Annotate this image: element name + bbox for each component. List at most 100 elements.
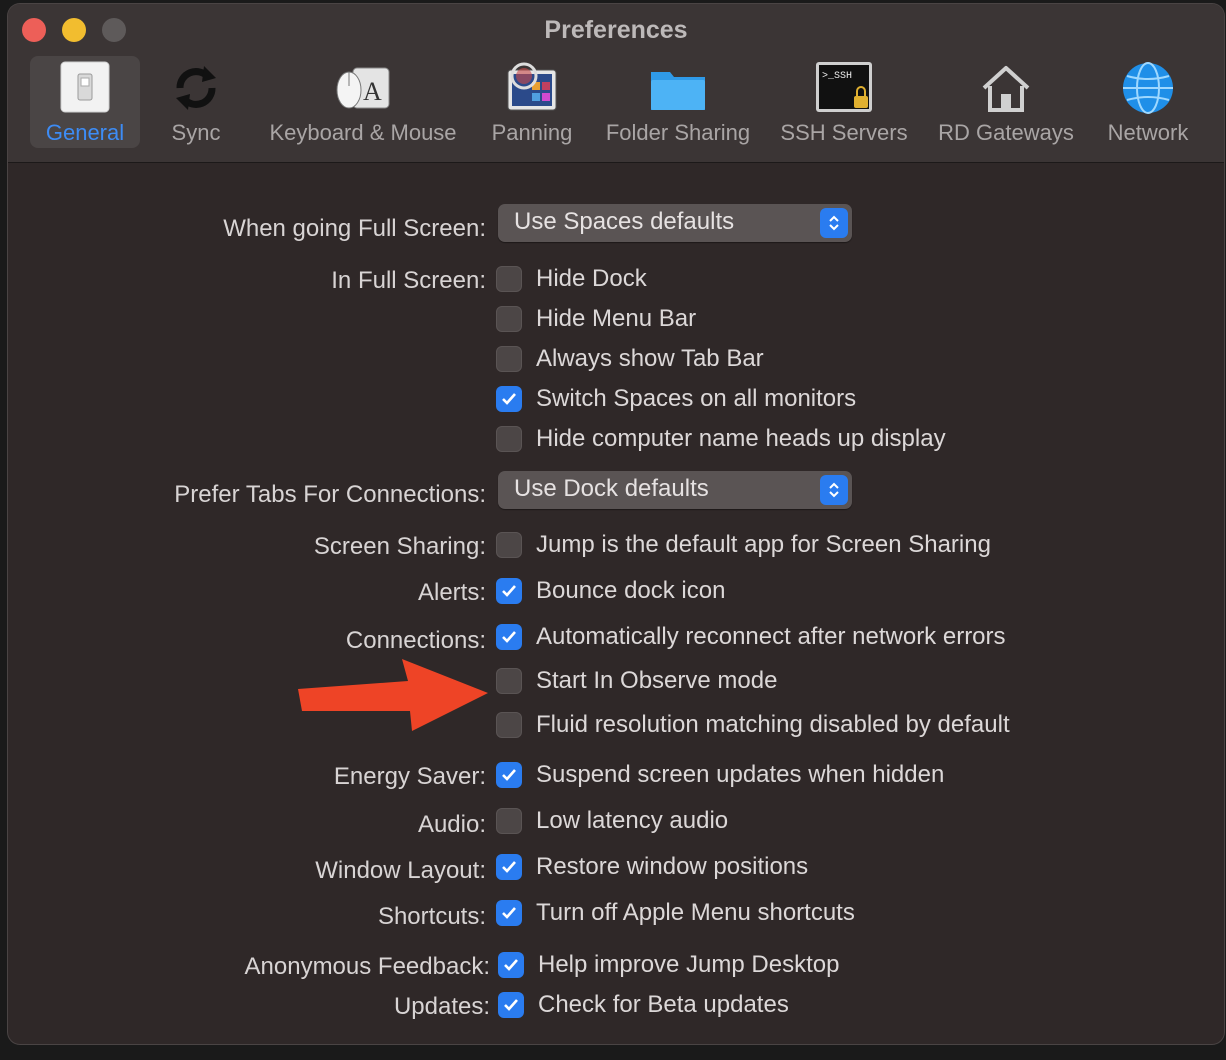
prefer-tabs-label: Prefer Tabs For Connections: <box>174 481 486 508</box>
hide-computer-name-label: Hide computer name heads up display <box>536 425 946 452</box>
svg-text:A: A <box>363 77 382 106</box>
titlebar: Preferences General Sync A Keyboard & Mo… <box>8 4 1224 163</box>
observe-mode-checkbox[interactable] <box>496 668 522 694</box>
checkmark-icon <box>502 585 516 597</box>
fluid-resolution-checkbox[interactable] <box>496 712 522 738</box>
sync-icon <box>176 66 216 110</box>
window-layout-label: Window Layout: <box>315 857 486 884</box>
shortcuts-label: Shortcuts: <box>377 903 486 930</box>
globe-icon <box>1123 62 1173 114</box>
checkmark-icon <box>502 631 516 643</box>
screen-sharing-label: Screen Sharing: <box>313 533 486 560</box>
screen-sharing-option-label: Jump is the default app for Screen Shari… <box>536 531 991 558</box>
checkmark-icon <box>502 907 516 919</box>
hide-menu-bar-checkbox[interactable] <box>496 306 522 332</box>
toolbar-item-rd-gateways[interactable]: RD Gateways <box>932 56 1080 148</box>
help-improve-label: Help improve Jump Desktop <box>538 951 840 978</box>
observe-mode-option[interactable]: Start In Observe mode <box>496 667 777 695</box>
restore-positions-checkbox[interactable] <box>496 854 522 880</box>
full-screen-popup-value: Use Spaces defaults <box>514 208 735 235</box>
bounce-dock-option[interactable]: Bounce dock icon <box>496 577 725 605</box>
full-screen-label: When going Full Screen: <box>223 215 486 242</box>
restore-positions-label: Restore window positions <box>536 853 809 880</box>
hide-computer-name-option[interactable]: Hide computer name heads up display <box>496 425 946 453</box>
help-improve-checkbox[interactable] <box>498 952 524 978</box>
terminal-lock-icon: >_SSH <box>816 62 872 112</box>
general-pane: When going Full Screen: Use Spaces defau… <box>8 163 1224 1044</box>
toolbar-item-sync[interactable]: Sync <box>156 56 236 148</box>
screen-sharing-option[interactable]: Jump is the default app for Screen Shari… <box>496 531 991 559</box>
toolbar-label-network: Network <box>1107 120 1189 145</box>
prefer-tabs-popup-value: Use Dock defaults <box>514 475 709 502</box>
checkmark-icon <box>502 393 516 405</box>
toolbar-label-rd-gateways: RD Gateways <box>938 120 1074 145</box>
restore-positions-option[interactable]: Restore window positions <box>496 853 808 881</box>
observe-mode-label: Start In Observe mode <box>536 667 778 694</box>
audio-label: Audio: <box>417 811 486 838</box>
toolbar-label-panning: Panning <box>491 120 573 145</box>
low-latency-audio-label: Low latency audio <box>536 807 729 834</box>
toolbar-label-folder-sharing: Folder Sharing <box>605 120 751 145</box>
house-icon <box>982 66 1030 112</box>
fluid-resolution-label: Fluid resolution matching disabled by de… <box>536 711 1010 738</box>
popup-chevron-icon <box>820 475 848 505</box>
toolbar-item-network[interactable]: Network <box>1098 56 1198 148</box>
energy-saver-label: Energy Saver: <box>333 763 486 790</box>
fluid-resolution-option[interactable]: Fluid resolution matching disabled by de… <box>496 711 1010 739</box>
toolbar-label-keyboard-mouse: Keyboard & Mouse <box>269 120 457 145</box>
apple-menu-shortcuts-option[interactable]: Turn off Apple Menu shortcuts <box>496 899 855 927</box>
always-show-tab-bar-option[interactable]: Always show Tab Bar <box>496 345 764 373</box>
bounce-dock-checkbox[interactable] <box>496 578 522 604</box>
checkmark-icon <box>504 999 518 1011</box>
hide-dock-label: Hide Dock <box>536 265 647 292</box>
auto-reconnect-checkbox[interactable] <box>496 624 522 650</box>
always-show-tab-bar-label: Always show Tab Bar <box>536 345 764 372</box>
checkmark-icon <box>502 861 516 873</box>
in-full-screen-label: In Full Screen: <box>331 267 486 294</box>
feedback-label: Anonymous Feedback: <box>244 953 490 980</box>
hide-menu-bar-label: Hide Menu Bar <box>536 305 697 332</box>
screen-sharing-checkbox[interactable] <box>496 532 522 558</box>
hide-computer-name-checkbox[interactable] <box>496 426 522 452</box>
apple-menu-shortcuts-label: Turn off Apple Menu shortcuts <box>536 899 855 926</box>
window-title: Preferences <box>544 16 688 44</box>
svg-text:>_SSH: >_SSH <box>822 71 852 82</box>
connections-label: Connections: <box>345 627 486 654</box>
panning-icon <box>507 62 557 111</box>
always-show-tab-bar-checkbox[interactable] <box>496 346 522 372</box>
hide-dock-option[interactable]: Hide Dock <box>496 265 647 293</box>
auto-reconnect-option[interactable]: Automatically reconnect after network er… <box>496 623 1006 651</box>
switch-spaces-label: Switch Spaces on all monitors <box>536 385 857 412</box>
switch-spaces-option[interactable]: Switch Spaces on all monitors <box>496 385 856 413</box>
toolbar-item-ssh-servers[interactable]: >_SSH SSH Servers <box>774 56 914 148</box>
annotation-arrow-icon <box>298 659 488 731</box>
switch-spaces-checkbox[interactable] <box>496 386 522 412</box>
suspend-updates-label: Suspend screen updates when hidden <box>536 761 945 788</box>
toolbar-label-sync: Sync <box>171 120 221 145</box>
preferences-window: Preferences General Sync A Keyboard & Mo… <box>8 4 1224 1044</box>
help-improve-option[interactable]: Help improve Jump Desktop <box>498 951 839 979</box>
prefer-tabs-popup[interactable]: Use Dock defaults <box>498 471 852 509</box>
hide-dock-checkbox[interactable] <box>496 266 522 292</box>
toolbar-item-folder-sharing[interactable]: Folder Sharing <box>598 56 758 148</box>
toolbar-item-keyboard-mouse[interactable]: A Keyboard & Mouse <box>260 56 466 148</box>
beta-updates-label: Check for Beta updates <box>538 991 789 1018</box>
beta-updates-checkbox[interactable] <box>498 992 524 1018</box>
hide-menu-bar-option[interactable]: Hide Menu Bar <box>496 305 696 333</box>
toolbar-item-panning[interactable]: Panning <box>486 56 578 148</box>
low-latency-audio-option[interactable]: Low latency audio <box>496 807 728 835</box>
beta-updates-option[interactable]: Check for Beta updates <box>498 991 789 1019</box>
bounce-dock-label: Bounce dock icon <box>536 577 726 604</box>
low-latency-audio-checkbox[interactable] <box>496 808 522 834</box>
updates-label: Updates: <box>393 993 490 1020</box>
suspend-updates-checkbox[interactable] <box>496 762 522 788</box>
checkmark-icon <box>502 769 516 781</box>
toolbar-item-general[interactable]: General <box>30 56 140 148</box>
toolbar-label-general: General <box>45 120 125 145</box>
keyboard-mouse-icon: A <box>336 67 390 109</box>
apple-menu-shortcuts-checkbox[interactable] <box>496 900 522 926</box>
suspend-updates-option[interactable]: Suspend screen updates when hidden <box>496 761 944 789</box>
full-screen-popup[interactable]: Use Spaces defaults <box>498 204 852 242</box>
popup-chevron-icon <box>820 208 848 238</box>
auto-reconnect-label: Automatically reconnect after network er… <box>536 623 1006 650</box>
